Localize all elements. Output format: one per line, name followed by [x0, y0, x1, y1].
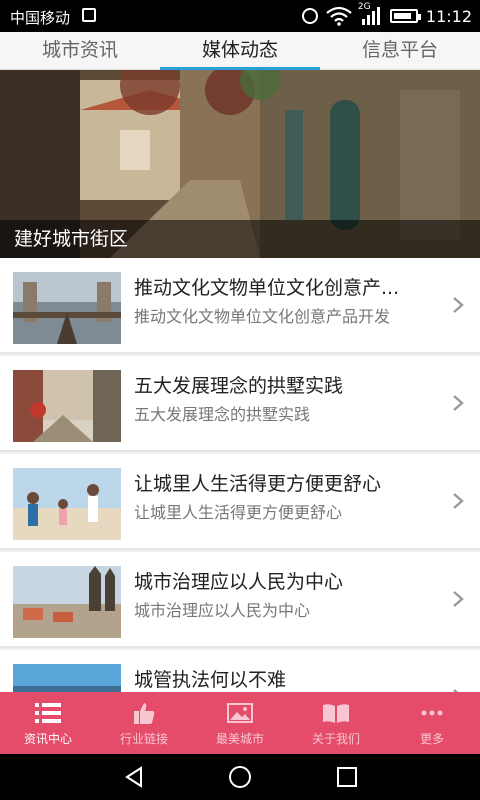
news-thumbnail [13, 468, 121, 540]
nav-label: 关于我们 [311, 732, 360, 746]
list-icon [35, 703, 61, 723]
book-icon [323, 704, 349, 723]
nav-news-center[interactable]: 资讯中心 [0, 692, 96, 754]
banner-caption: 建好城市街区 [0, 220, 480, 258]
chevron-right-icon [453, 297, 464, 313]
news-thumbnail [13, 566, 121, 638]
list-item[interactable]: 城管执法何以不难 [0, 650, 480, 692]
list-item[interactable]: 推动文化文物单位文化创意产... 推动文化文物单位文化创意产品开发 [0, 258, 480, 354]
featured-banner[interactable]: 建好城市街区 [0, 70, 480, 258]
wifi-icon [326, 6, 352, 26]
signal-icon: 2G [358, 2, 382, 26]
alarm-icon [301, 8, 318, 24]
status-icons: 2G 11:12 [301, 2, 472, 28]
system-nav-bar [0, 754, 480, 800]
news-thumbnail [13, 272, 121, 344]
news-title: 城市治理应以人民为中心 [134, 571, 344, 593]
chevron-right-icon [453, 395, 464, 411]
nav-label: 资讯中心 [23, 732, 72, 746]
nav-more[interactable]: 更多 [384, 692, 480, 754]
list-item[interactable]: 城市治理应以人民为中心 城市治理应以人民为中心 [0, 552, 480, 648]
news-list: 推动文化文物单位文化创意产... 推动文化文物单位文化创意产品开发 五大发展理念… [0, 258, 480, 692]
list-item[interactable]: 让城里人生活得更方便更舒心 让城里人生活得更方便更舒心 [0, 454, 480, 550]
news-title: 让城里人生活得更方便更舒心 [134, 473, 382, 495]
nav-label: 更多 [419, 732, 444, 746]
chevron-right-icon [453, 591, 464, 607]
news-title: 城管执法何以不难 [134, 669, 287, 691]
more-icon [421, 710, 443, 716]
news-summary: 城市治理应以人民为中心 [134, 601, 311, 620]
list-item[interactable]: 五大发展理念的拱墅实践 五大发展理念的拱墅实践 [0, 356, 480, 452]
network-type: 2G [357, 2, 371, 12]
back-icon[interactable] [122, 765, 146, 789]
bottom-nav: 资讯中心 行业链接 最美城市 关于我们 更多 [0, 692, 480, 754]
nav-label: 最美城市 [215, 732, 264, 746]
tab-info-platform[interactable]: 信息平台 [320, 32, 480, 69]
nav-label: 行业链接 [119, 732, 168, 746]
news-title: 五大发展理念的拱墅实践 [134, 375, 344, 397]
news-thumbnail [13, 664, 121, 692]
news-summary: 推动文化文物单位文化创意产品开发 [134, 307, 391, 326]
nav-beautiful-cities[interactable]: 最美城市 [192, 692, 288, 754]
tab-media-updates[interactable]: 媒体动态 [160, 32, 320, 70]
battery-icon [389, 9, 421, 23]
tab-city-news[interactable]: 城市资讯 [0, 32, 160, 69]
status-bar: 中国移动 2G 11:12 [0, 0, 480, 32]
sim-icon [82, 8, 96, 22]
recent-apps-icon[interactable] [335, 765, 359, 789]
nav-about-us[interactable]: 关于我们 [288, 692, 384, 754]
carrier-name: 中国移动 [10, 9, 71, 27]
nav-industry-links[interactable]: 行业链接 [96, 692, 192, 754]
news-title: 推动文化文物单位文化创意产... [134, 277, 400, 299]
news-summary: 五大发展理念的拱墅实践 [134, 405, 311, 424]
news-summary: 让城里人生活得更方便更舒心 [134, 503, 343, 522]
category-tabs: 城市资讯 媒体动态 信息平台 [0, 32, 480, 70]
thumbs-up-icon [134, 703, 155, 724]
chevron-right-icon [453, 493, 464, 509]
news-thumbnail [13, 370, 121, 442]
clock: 11:12 [425, 6, 472, 26]
home-icon[interactable] [228, 765, 252, 789]
photo-icon [227, 703, 253, 723]
battery-fill [393, 13, 411, 19]
